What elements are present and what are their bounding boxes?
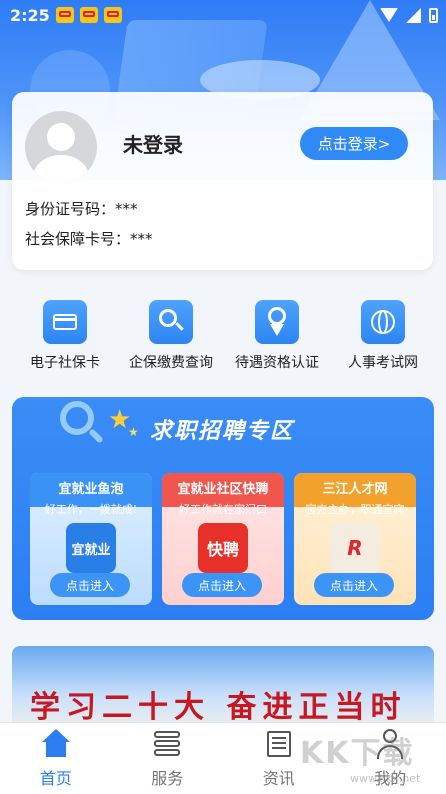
search-icon [149, 300, 193, 344]
service-icon [152, 729, 182, 759]
card-icon [43, 300, 87, 344]
status-time: 2:25 [10, 6, 50, 25]
wifi-icon [380, 8, 398, 22]
notification-icon [80, 7, 98, 23]
enter-button[interactable]: 点击进入 [314, 573, 394, 597]
login-button[interactable]: 点击登录> [300, 127, 408, 160]
id-number-label: 身份证号码：*** [25, 198, 138, 219]
nav-service[interactable]: 服务 [112, 723, 224, 794]
status-bar: 2:25 [0, 0, 446, 30]
service-exam[interactable]: 人事考试网 [330, 300, 436, 380]
recruit-panel: ★ ★ 求职招聘专区 宜就业鱼泡 好工作，一拨就成! 宜就业 点击进入 宜就业社… [12, 397, 434, 620]
nav-home[interactable]: 首页 [0, 723, 112, 794]
magnifier-icon [88, 428, 104, 444]
service-e-card[interactable]: 电子社保卡 [12, 300, 118, 380]
recruit-card-subtitle: 好工作，一拨就成! [30, 501, 152, 517]
kuaipin-logo: 快聘 [198, 523, 248, 573]
service-qualification[interactable]: 待遇资格认证 [224, 300, 330, 380]
service-payment-query[interactable]: 企保缴费查询 [118, 300, 224, 380]
nav-label: 服务 [151, 765, 183, 789]
banner-text: 学习二十大 奋进正当时 [30, 682, 406, 726]
notification-icon [56, 7, 74, 23]
service-label: 企保缴费查询 [129, 352, 213, 372]
service-label: 待遇资格认证 [235, 352, 319, 372]
recruit-card-sanjiang[interactable]: 三江人才网 官方主办，职通宜宾 R 点击进入 [294, 473, 416, 605]
recruit-card-subtitle: 好工作就在家门口 [162, 501, 284, 517]
news-icon [264, 729, 294, 759]
notification-icon [104, 7, 122, 23]
home-icon [41, 729, 71, 759]
enter-button[interactable]: 点击进入 [50, 573, 130, 597]
nav-label: 首页 [40, 765, 72, 789]
avatar[interactable] [25, 111, 97, 183]
service-grid: 电子社保卡 企保缴费查询 待遇资格认证 人事考试网 [0, 300, 446, 380]
signal-icon [406, 8, 421, 23]
watermark: KK下载 [300, 728, 415, 772]
user-name: 未登录 [123, 129, 183, 158]
service-label: 电子社保卡 [30, 352, 100, 372]
recruit-card-yupao[interactable]: 宜就业鱼泡 好工作，一拨就成! 宜就业 点击进入 [30, 473, 152, 605]
recruit-card-subtitle: 官方主办，职通宜宾 [294, 501, 416, 517]
nav-label: 资讯 [263, 765, 295, 789]
service-label: 人事考试网 [348, 352, 418, 372]
recruit-title: 求职招聘专区 [150, 413, 294, 445]
award-icon [255, 300, 299, 344]
enter-button[interactable]: 点击进入 [182, 573, 262, 597]
user-card: 未登录 点击登录> 身份证号码：*** 社会保障卡号：*** [12, 92, 433, 270]
globe-icon [361, 300, 405, 344]
social-card-label: 社会保障卡号：*** [25, 228, 153, 249]
recruit-card-kuaipin[interactable]: 宜就业社区快聘 好工作就在家门口 快聘 点击进入 [162, 473, 284, 605]
yupao-logo: 宜就业 [66, 523, 116, 573]
watermark-url: www.kkx.net [350, 772, 420, 785]
star-icon: ★ [128, 425, 139, 439]
sanjiang-logo: R [330, 523, 380, 573]
battery-icon [429, 8, 438, 23]
